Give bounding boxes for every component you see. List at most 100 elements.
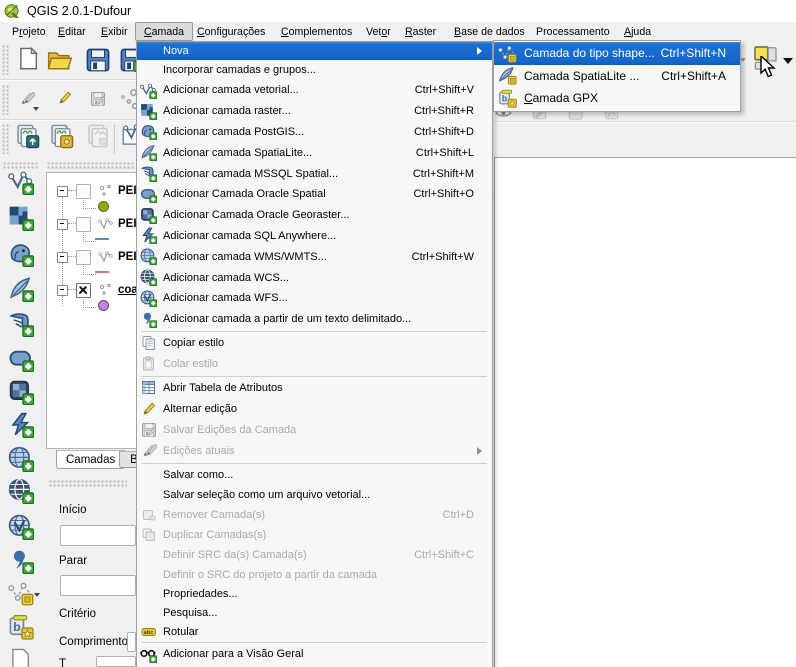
menu-item-salvar-como[interactable]: Salvar como... <box>137 465 492 485</box>
current-edits-icon <box>140 442 157 459</box>
menubar-item-processamento[interactable]: Processamento <box>527 22 619 41</box>
toolbar-handle[interactable] <box>2 85 9 115</box>
add-oracle-layer-button[interactable] <box>7 347 34 374</box>
menubar-item-editar[interactable]: Editar <box>49 22 95 41</box>
new-project-button[interactable] <box>15 46 43 74</box>
menu-item-pesquisa[interactable]: Pesquisa... <box>137 604 492 623</box>
menu-item-adicionar-camada-spatialite[interactable]: Adicionar camada SpatiaLite...Ctrl+Shift… <box>137 142 492 163</box>
menu-item-nova[interactable]: Nova <box>137 42 492 60</box>
menu-item-adicionar-camada-mssql-spatial[interactable]: Adicionar camada MSSQL Spatial...Ctrl+Sh… <box>137 163 492 184</box>
add-raster-layer-button[interactable] <box>7 206 34 233</box>
layer-visibility-checkbox[interactable] <box>76 250 91 265</box>
add-georaster-layer-button[interactable] <box>7 380 34 407</box>
menu-item-remover-camada-s[interactable]: Remover Camada(s)Ctrl+D <box>137 505 492 525</box>
add-delimited-text-layer-button[interactable] <box>7 549 34 576</box>
open-project-button[interactable] <box>45 46 75 76</box>
menu-item-salvar-edi-es-da-camada[interactable]: Salvar Edições da Camada <box>137 420 492 441</box>
add-sqlanywhere-layer-button[interactable] <box>7 413 34 440</box>
add-wms-layer-button[interactable] <box>7 447 34 474</box>
manage-layers-toolbar-handle[interactable] <box>3 162 39 169</box>
submenu-item-camada-spatialite[interactable]: Camada SpatiaLite ...Ctrl+Shift+A <box>494 65 740 88</box>
menubar-item-raster[interactable]: Raster <box>396 22 445 41</box>
menu-item-copiar-estilo[interactable]: Copiar estilo <box>137 333 492 354</box>
menu-item-label: Pesquisa... <box>163 607 492 619</box>
layers-dock-handle[interactable] <box>47 162 134 169</box>
composer-gray-button[interactable] <box>84 123 112 151</box>
new-shapefile-button[interactable] <box>7 581 34 608</box>
menu-item-adicionar-camada-wms-wmts[interactable]: Adicionar camada WMS/WMTS...Ctrl+Shift+W <box>137 246 492 267</box>
menu-item-adicionar-camada-raster[interactable]: Adicionar camada raster...Ctrl+Shift+R <box>137 101 492 122</box>
tree-expander-icon[interactable] <box>57 186 68 197</box>
menu-item-adicionar-camada-oracle-georaster[interactable]: Adicionar Camada Oracle Georaster... <box>137 205 492 226</box>
add-wfs-layer-button[interactable] <box>7 515 34 542</box>
menu-item-adicionar-camada-wcs[interactable]: Adicionar camada WCS... <box>137 267 492 288</box>
new-gpx-button[interactable]: b <box>7 615 34 642</box>
menu-item-incorporar-camadas-e-grupos[interactable]: Incorporar camadas e grupos... <box>137 60 492 80</box>
menubar-item-configura-es[interactable]: Configurações <box>188 22 274 41</box>
menu-item-duplicar-camadas-s[interactable]: Duplicar Camadas(s) <box>137 525 492 546</box>
tab-camadas[interactable]: Camadas <box>56 450 125 469</box>
menubar-item-base-de-dados[interactable]: Base de dados <box>445 22 534 41</box>
new-page-button[interactable] <box>7 648 34 667</box>
menu-item-adicionar-para-a-vis-o-geral[interactable]: Adicionar para a Visão Geral <box>137 644 492 665</box>
road-graph-dock-handle[interactable] <box>49 480 127 487</box>
menu-item-alternar-edi-o[interactable]: Alternar edição <box>137 399 492 420</box>
menu-item-adicionar-camada-a-partir-de-um-texto-delimitado[interactable]: Adicionar camada a partir de um texto de… <box>137 309 492 330</box>
menubar-item-projeto[interactable]: Projeto <box>3 22 55 41</box>
layer-visibility-checkbox[interactable] <box>76 217 91 232</box>
new-shapefile-dropdown-arrow[interactable] <box>34 593 40 597</box>
tree-line <box>83 297 96 308</box>
layer-row[interactable]: PEI <box>57 250 136 264</box>
add-vector-layer-button[interactable] <box>7 170 34 197</box>
add-mssql-layer-button[interactable] <box>7 312 34 339</box>
menu-item-adicionar-camada-oracle-spatial[interactable]: Adicionar Camada Oracle SpatialCtrl+Shif… <box>137 184 492 205</box>
menu-item-colar-estilo[interactable]: Colar estilo <box>137 354 492 375</box>
menubar-item-vetor[interactable]: Vetor <box>357 22 400 41</box>
toggle-editing-button[interactable] <box>51 85 79 113</box>
tree-expander-icon[interactable] <box>57 252 68 263</box>
new-composer-button[interactable] <box>13 123 41 151</box>
layer-row[interactable]: coa <box>57 283 136 297</box>
menu-item-adicionar-camada-wfs[interactable]: Adicionar camada WFS... <box>137 288 492 309</box>
copy-style-icon <box>140 335 157 352</box>
tree-expander-icon[interactable] <box>57 219 68 230</box>
new-layer-dropdown-arrow[interactable] <box>783 58 793 64</box>
add-wcs-layer-icon <box>140 269 157 286</box>
time-input[interactable] <box>96 656 136 667</box>
layer-row[interactable]: PEI_ <box>57 217 136 231</box>
save-layer-edits-icon <box>90 91 106 110</box>
menu-item-adicionar-camada-sql-anywhere[interactable]: Adicionar camada SQL Anywhere... <box>137 226 492 247</box>
tree-expander-icon[interactable] <box>57 285 68 296</box>
toolbar-handle[interactable] <box>2 124 9 154</box>
add-spatialite-layer-button[interactable] <box>7 277 34 304</box>
menu-item-propriedades[interactable]: Propriedades... <box>137 585 492 604</box>
menu-item-definir-src-da-s-camada-s[interactable]: Definir SRC da(s) Camada(s)Ctrl+Shift+C <box>137 545 492 565</box>
composer-manager-button[interactable] <box>47 123 75 151</box>
submenu-item-camada-do-tipo-shape[interactable]: Camada do tipo shape...Ctrl+Shift+N <box>494 42 740 65</box>
menu-item-adicionar-camada-vetorial[interactable]: Adicionar camada vetorial...Ctrl+Shift+V <box>137 80 492 101</box>
submenu-item-camada-gpx[interactable]: bCamada GPX <box>494 87 740 110</box>
toolbar-dropdown-arrow[interactable] <box>33 107 39 111</box>
menu-item-salvar-sele-o-como-um-arquivo-vetorial[interactable]: Salvar seleção como um arquivo vetorial.… <box>137 485 492 505</box>
start-input[interactable] <box>60 525 136 546</box>
menu-item-edi-es-atuais[interactable]: Edições atuais <box>137 440 492 461</box>
add-wcs-layer-button[interactable] <box>7 479 34 506</box>
stop-input[interactable] <box>60 575 136 596</box>
toolbar-handle[interactable] <box>2 45 9 75</box>
menu-item-abrir-tabela-de-atributos[interactable]: Abrir Tabela de Atributos <box>137 378 492 399</box>
layer-visibility-checkbox[interactable] <box>76 283 91 298</box>
add-postgis-layer-button[interactable] <box>7 242 34 269</box>
save-layer-edits-button[interactable] <box>84 86 112 114</box>
map-canvas[interactable] <box>494 157 796 667</box>
menubar-item-ajuda[interactable]: Ajuda <box>615 22 660 41</box>
length-input[interactable] <box>127 632 136 652</box>
layer-visibility-checkbox[interactable] <box>76 184 91 199</box>
menu-item-rotular[interactable]: abcRotular <box>137 623 492 641</box>
save-project-button[interactable] <box>84 47 112 75</box>
menubar-item-exibir[interactable]: Exibir <box>92 22 137 41</box>
layer-row[interactable]: PEI_ <box>57 184 136 198</box>
menu-item-adicionar-camada-postgis[interactable]: Adicionar camada PostGIS...Ctrl+Shift+D <box>137 122 492 143</box>
menubar-item-complementos[interactable]: Complementos <box>272 22 361 41</box>
menu-item-definir-o-src-do-projeto-a-partir-da-camada[interactable]: Definir o SRC do projeto a partir da cam… <box>137 565 492 585</box>
menubar-item-camada[interactable]: Camada <box>135 22 193 41</box>
